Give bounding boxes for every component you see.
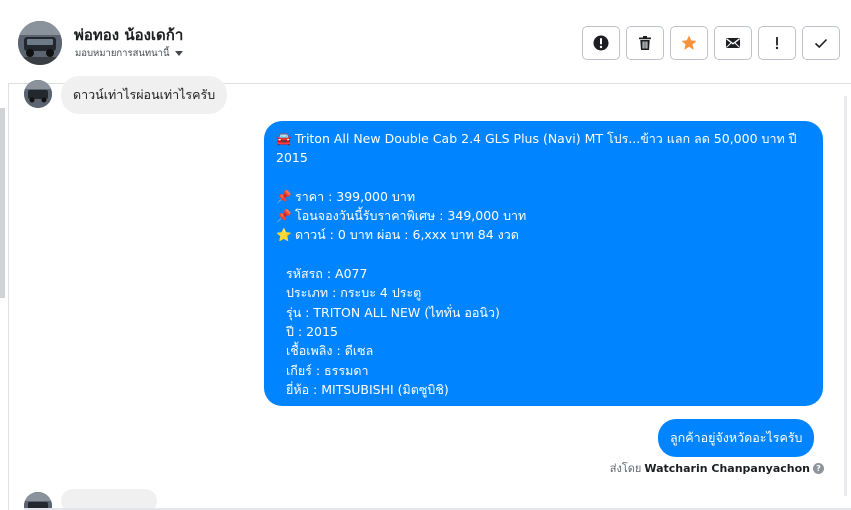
caret-down-icon — [174, 51, 183, 56]
listing-promo: โอนจองวันนี้รับราคาพิเศษ : 349,000 บาท — [295, 208, 527, 224]
outgoing-message-listing[interactable]: 🚘 Triton All New Double Cab 2.4 GLS Plus … — [264, 121, 823, 406]
trash-icon — [639, 36, 651, 50]
sender-avatar — [24, 80, 52, 108]
star-emoji-icon: ⭐ — [276, 227, 292, 243]
listing-fuel: เชื้อเพลิง : ดีเซล — [286, 343, 374, 359]
exclamation-icon — [775, 37, 779, 50]
check-icon — [814, 38, 828, 49]
important-button[interactable] — [758, 26, 796, 60]
listing-model: รุ่น : TRITON ALL NEW (ไททั่น ออนิว) — [286, 304, 500, 320]
listing-year: ปี : 2015 — [286, 323, 338, 339]
star-icon — [681, 35, 697, 50]
incoming-message[interactable]: ดาวน์เท่าไรผ่อนเท่าไรครับ — [61, 76, 228, 114]
alert-button[interactable] — [582, 26, 620, 60]
mark-unread-button[interactable] — [714, 26, 752, 60]
car-icon: 🚘 — [276, 131, 292, 146]
pin-icon: 📌 — [276, 188, 292, 204]
listing-down: ดาวน์ : 0 บาท ผ่อน : 6,xxx บาท 84 งวด — [295, 227, 519, 243]
header-actions — [582, 26, 840, 60]
listing-gear: เกียร์ : ธรรมดา — [286, 362, 369, 378]
sent-by-prefix: ส่งโดย — [609, 462, 642, 475]
assign-label: มอบหมายการสนทนานี้ — [75, 48, 170, 59]
listing-brand: ยี่ห้อ : MITSUBISHI (มิตซูบิชิ) — [286, 381, 449, 397]
incoming-message-partial[interactable] — [61, 489, 157, 510]
listing-title: Triton All New Double Cab 2.4 GLS Plus (… — [295, 131, 797, 146]
outgoing-message[interactable]: ลูกค้าอยู่จังหวัดอะไรครับ — [658, 419, 815, 457]
envelope-icon — [726, 38, 740, 48]
delete-button[interactable] — [626, 26, 664, 60]
question-icon[interactable]: ? — [813, 462, 824, 474]
star-button[interactable] — [670, 26, 708, 60]
done-button[interactable] — [802, 26, 840, 60]
listing-title-cont: 2015 — [276, 150, 308, 166]
left-scrollbar[interactable] — [0, 108, 5, 298]
listing-code: รหัสรถ : A077 — [286, 266, 368, 282]
assign-conversation-dropdown[interactable]: มอบหมายการสนทนานี้ — [75, 46, 183, 61]
conversation-header: พ่อทอง น้องเดก้า มอบหมายการสนทนานี้ — [8, 4, 851, 84]
exclamation-circle-icon — [593, 35, 609, 51]
sent-by-label: ส่งโดย Watcharin Chanpanyachon ? — [610, 459, 824, 477]
pin-icon: 📌 — [276, 208, 292, 224]
contact-name[interactable]: พ่อทอง น้องเดก้า — [74, 23, 183, 47]
listing-type: ประเภท : กระบะ 4 ประตู — [286, 285, 422, 301]
thread-scrollbar[interactable] — [844, 96, 847, 496]
sent-by-name: Watcharin Chanpanyachon — [644, 461, 810, 475]
listing-price: ราคา : 399,000 บาท — [295, 188, 416, 204]
contact-avatar[interactable] — [18, 21, 62, 65]
